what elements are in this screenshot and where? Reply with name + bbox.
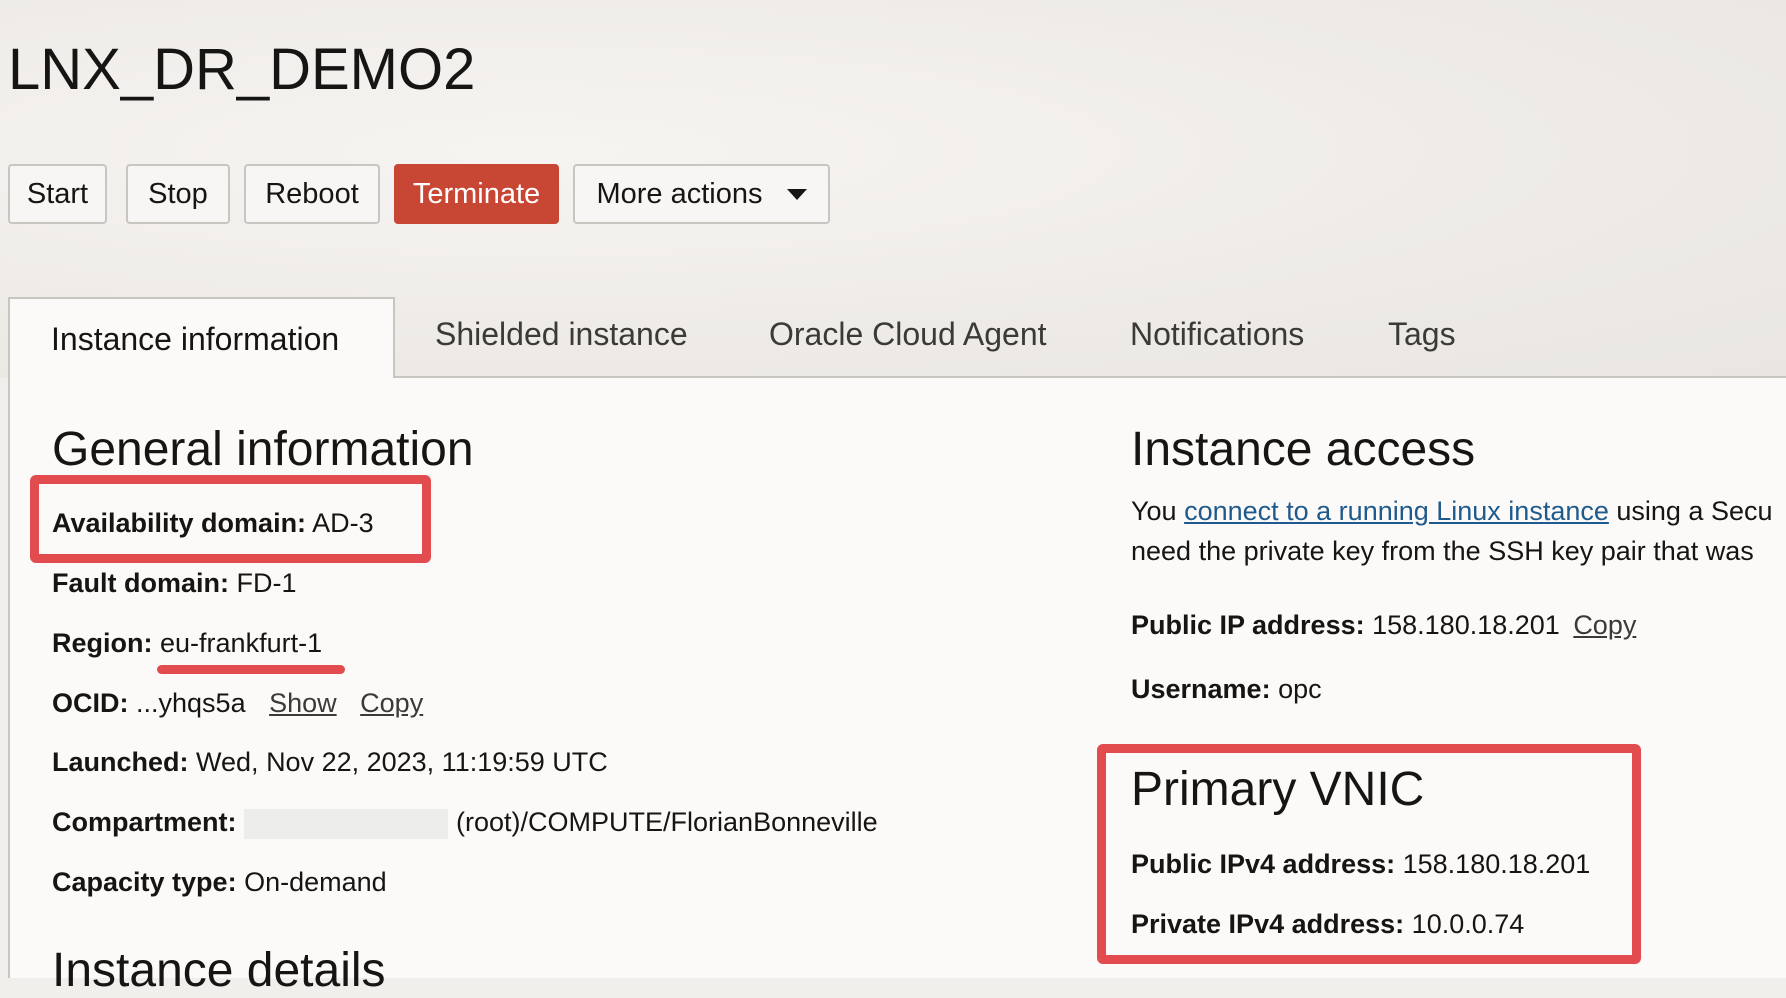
capacity-type-row: Capacity type: On-demand [52,867,387,898]
instance-access-heading: Instance access [1131,423,1476,476]
public-ip-value: 158.180.18.201 [1372,610,1560,640]
fault-domain-row: Fault domain: FD-1 [52,568,297,599]
highlight-underline-region [157,665,345,674]
page-title: LNX_DR_DEMO2 [8,37,476,102]
terminate-button[interactable]: Terminate [394,164,559,224]
more-actions-button[interactable]: More actions [573,164,830,224]
ocid-copy-link[interactable]: Copy [360,688,423,718]
access-description-line2: need the private key from the SSH key pa… [1131,536,1754,566]
compartment-row: Compartment: (root)/COMPUTE/FlorianBonne… [52,807,878,839]
tab-shielded-instance[interactable]: Shielded instance [435,316,688,353]
region-value: eu-frankfurt-1 [160,628,323,658]
public-ip-copy-link[interactable]: Copy [1573,610,1636,640]
public-ip-label: Public IP address: [1131,610,1365,640]
ocid-value: ...yhqs5a [136,688,246,718]
capacity-type-label: Capacity type: [52,867,237,897]
content-panel: General information Availability domain:… [8,378,1786,997]
compartment-value[interactable]: (root)/COMPUTE/FlorianBonneville [456,807,878,837]
tab-notifications[interactable]: Notifications [1130,316,1304,353]
tab-instance-information[interactable]: Instance information [8,297,395,379]
highlight-box-availability-domain [30,475,431,563]
username-label: Username: [1131,674,1271,704]
redacted-block [244,808,449,839]
connect-linux-instance-link[interactable]: connect to a running Linux instance [1184,496,1609,526]
username-row: Username: opc [1131,674,1322,705]
launched-label: Launched: [52,747,189,777]
region-row: Region: eu-frankfurt-1 [52,628,322,659]
chevron-down-icon [786,188,807,200]
stop-button[interactable]: Stop [126,164,230,224]
fault-domain-value: FD-1 [236,568,297,598]
ocid-row: OCID: ...yhqs5a Show Copy [52,688,423,719]
access-description-line1: You connect to a running Linux instance … [1131,496,1773,526]
instance-details-heading: Instance details [52,944,386,997]
ocid-label: OCID: [52,688,129,718]
public-ip-row: Public IP address: 158.180.18.201 Copy [1131,610,1636,641]
launched-value: Wed, Nov 22, 2023, 11:19:59 UTC [196,747,608,777]
capacity-type-value: On-demand [244,867,387,897]
fault-domain-label: Fault domain: [52,568,229,598]
reboot-button[interactable]: Reboot [244,164,380,224]
tab-tags[interactable]: Tags [1388,316,1456,353]
general-information-heading: General information [52,423,474,476]
launched-row: Launched: Wed, Nov 22, 2023, 11:19:59 UT… [52,747,608,778]
region-label: Region: [52,628,153,658]
tab-oracle-cloud-agent[interactable]: Oracle Cloud Agent [769,316,1047,353]
ocid-show-link[interactable]: Show [269,688,337,718]
start-button[interactable]: Start [8,164,107,224]
highlight-box-primary-vnic [1097,744,1641,964]
compartment-label: Compartment: [52,807,237,837]
username-value: opc [1278,674,1322,704]
